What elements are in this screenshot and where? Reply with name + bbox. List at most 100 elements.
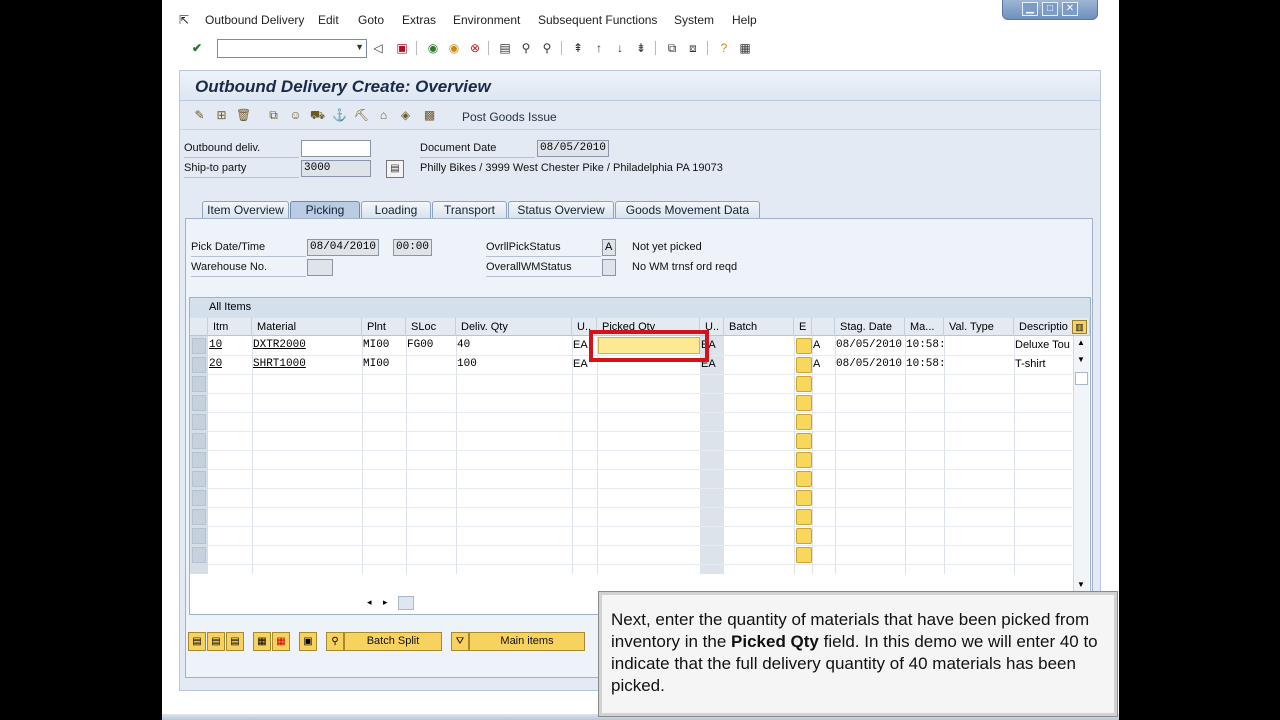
delete-icon[interactable]: 🗑 [236,108,251,123]
cell-stag-date[interactable]: 08/05/2010 [836,336,902,355]
back-icon[interactable]: ◉ [425,40,441,56]
scroll-down-icon[interactable]: ▼ [1077,580,1085,589]
cell-description[interactable]: Deluxe Tou [1015,336,1072,355]
partner-icon[interactable]: ☺ [288,108,303,123]
col-status[interactable] [812,318,835,336]
row-selector[interactable] [192,528,206,544]
close-icon[interactable]: ✕ [1062,2,1078,16]
warehouse-no-field[interactable] [307,259,333,276]
maximize-icon[interactable]: □ [1042,2,1058,16]
batch-determination-button[interactable] [796,509,812,525]
select-all-icon[interactable]: ▤ [188,632,206,651]
cell-time[interactable]: 10:58: [906,336,946,355]
enter-check-icon[interactable]: ✔ [189,40,205,56]
pick-date-field[interactable]: 08/04/2010 [307,239,379,256]
batch-determination-button[interactable] [796,376,812,392]
select-all-cell[interactable] [190,318,208,336]
col-sloc[interactable]: SLoc [406,318,456,336]
truck-icon[interactable]: ⛟ [310,108,325,123]
packing-icon[interactable]: ◈ [398,108,413,123]
ovrl-pick-status-field[interactable]: A [602,239,616,256]
cell-material[interactable]: DXTR2000 [253,336,306,355]
cell-sloc[interactable]: FG00 [407,336,433,355]
cell-itm[interactable]: 10 [209,336,222,355]
tab-loading[interactable]: Loading [361,201,431,219]
col-material[interactable]: Material [252,318,362,336]
cell-material[interactable]: SHRT1000 [253,355,306,374]
row-selector[interactable] [192,357,206,373]
menu-edit[interactable]: Edit [318,13,339,27]
col-itm[interactable]: Itm [208,318,252,336]
row-selector[interactable] [192,452,206,468]
filter-icon[interactable]: ⛛ [451,632,469,651]
document-date-field[interactable]: 08/05/2010 [537,140,609,157]
menu-exit-icon[interactable]: ⇱ [179,13,189,27]
batch-determination-button[interactable] [796,452,812,468]
tab-item-overview[interactable]: Item Overview [202,201,289,219]
save-icon[interactable]: ▣ [394,40,410,56]
col-batch[interactable]: Batch [724,318,794,336]
cell-stag-date[interactable]: 08/05/2010 [836,355,902,374]
col-deliv-qty[interactable]: Deliv. Qty [456,318,572,336]
row-selector[interactable] [192,414,206,430]
outbound-deliv-field[interactable] [301,140,371,157]
scroll-thumb[interactable] [1075,372,1088,385]
help-icon[interactable]: ? [716,40,732,56]
menu-outbound-delivery[interactable]: Outbound Delivery [205,13,304,27]
tab-status-overview[interactable]: Status Overview [508,201,614,219]
menu-environment[interactable]: Environment [453,13,520,27]
first-page-icon[interactable]: ⇞ [570,40,586,56]
col-e[interactable]: E [794,318,812,336]
menu-goto[interactable]: Goto [358,13,384,27]
scroll-left-icon[interactable]: ◂ [367,597,372,608]
row-selector[interactable] [192,395,206,411]
menu-system[interactable]: System [674,13,714,27]
cell-time[interactable]: 10:58: [906,355,946,374]
display-change-icon[interactable]: ✎ [192,108,207,123]
select-block-icon[interactable]: ▤ [226,632,244,651]
menu-extras[interactable]: Extras [402,13,436,27]
collapse-arrow-icon[interactable]: ◁ [370,40,386,56]
col-mat-avail-time[interactable]: Ma... [905,318,944,336]
batch-determination-button[interactable] [796,395,812,411]
batch-icon[interactable]: ▩ [422,108,437,123]
print-icon[interactable]: ▤ [497,40,513,56]
overall-wm-status-field[interactable] [602,259,616,276]
stock-icon[interactable]: ⌂ [376,108,391,123]
batch-determination-button[interactable] [796,414,812,430]
item-details-icon[interactable]: ▣ [299,632,317,651]
shortcut-icon[interactable]: ⧈ [685,40,701,56]
find-icon[interactable]: ⚲ [518,40,534,56]
ship-to-party-field[interactable]: 3000 [301,160,371,177]
batch-determination-button[interactable] [796,547,812,563]
col-stag-date[interactable]: Stag. Date [835,318,905,336]
layout-menu-icon[interactable]: ▦ [737,40,753,56]
new-session-icon[interactable]: ⧉ [664,40,680,56]
cell-deliv-qty[interactable]: 100 [457,355,477,374]
tab-goods-movement-data[interactable]: Goods Movement Data [615,201,760,219]
row-selector[interactable] [192,433,206,449]
scroll-thumb[interactable] [398,596,414,610]
next-page-icon[interactable]: ↓ [612,40,628,56]
cancel-icon[interactable]: ⊗ [467,40,483,56]
batch-determination-button[interactable] [796,338,812,354]
chevron-down-icon[interactable]: ▼ [355,42,364,52]
row-selector[interactable] [192,376,206,392]
find-next-icon[interactable]: ⚲ [539,40,555,56]
cell-description[interactable]: T-shirt [1015,355,1072,374]
header-details-icon[interactable]: ⊞ [214,108,229,123]
post-goods-issue-button[interactable]: Post Goods Issue [462,110,557,124]
row-selector[interactable] [192,547,206,563]
exit-icon[interactable]: ◉ [446,40,462,56]
scroll-up-icon[interactable]: ▲ [1077,338,1085,347]
last-page-icon[interactable]: ⇟ [633,40,649,56]
tab-transport[interactable]: Transport [432,201,507,219]
delete-row-icon[interactable]: ▦ [272,632,290,651]
batch-determination-button[interactable] [796,528,812,544]
previous-page-icon[interactable]: ↑ [591,40,607,56]
row-selector[interactable] [192,338,206,354]
search-icon[interactable]: ⚲ [326,632,344,651]
batch-split-button[interactable]: Batch Split [344,632,442,651]
main-items-button[interactable]: Main items [469,632,585,651]
cell-deliv-qty[interactable]: 40 [457,336,470,355]
